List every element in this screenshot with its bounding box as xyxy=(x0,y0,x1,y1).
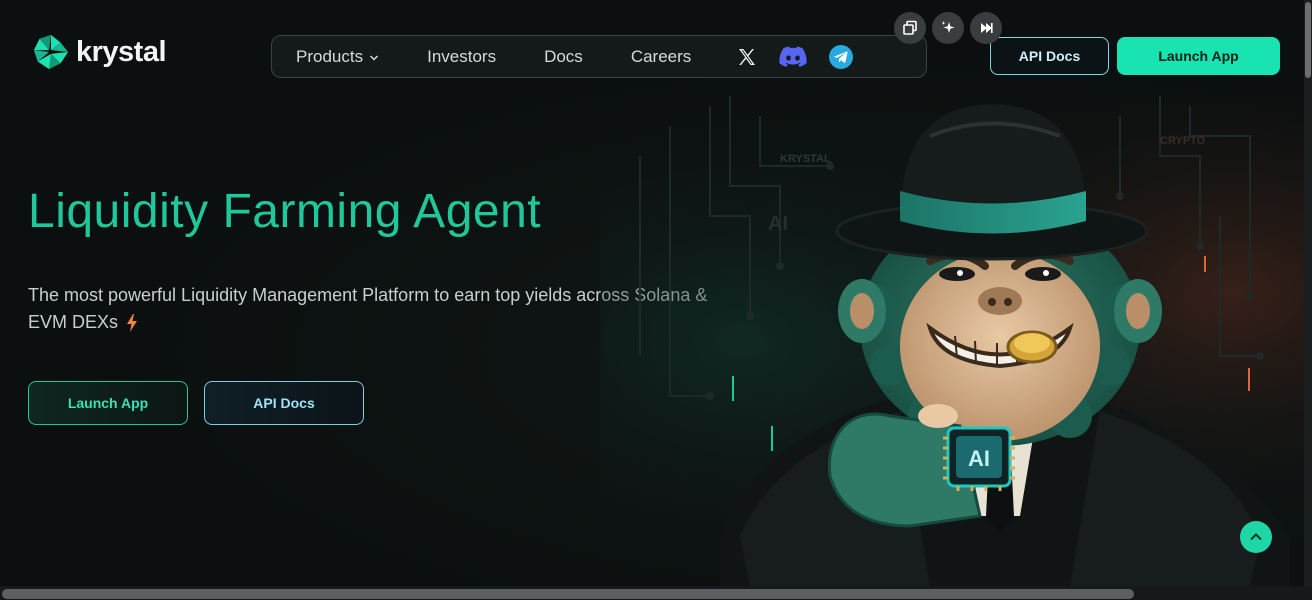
social-links xyxy=(737,44,854,69)
floating-toolbar xyxy=(894,12,1002,44)
sparkle-icon[interactable] xyxy=(932,12,964,44)
x-twitter-icon[interactable] xyxy=(737,47,757,67)
header-launch-app-button[interactable]: Launch App xyxy=(1117,37,1280,75)
nav-item-label: Investors xyxy=(427,46,497,66)
vertical-scrollbar[interactable] xyxy=(1304,0,1312,586)
scroll-to-top-button[interactable] xyxy=(1240,521,1272,553)
brand-name: krystal xyxy=(76,35,167,68)
nav-item-label: Docs xyxy=(544,46,583,66)
nav-item-label: Careers xyxy=(630,46,692,66)
nav-item-label: Products xyxy=(296,46,364,66)
hero-launch-app-button[interactable]: Launch App xyxy=(28,381,188,425)
hero-title: Liquidity Farming Agent xyxy=(28,185,542,238)
circuit-label-ai: AI xyxy=(768,213,788,235)
chevron-down-icon xyxy=(369,51,379,63)
landing-page: krystal Products Investors Docs Careers xyxy=(0,0,1304,586)
nav-item-docs[interactable]: Docs xyxy=(544,47,583,67)
discord-icon[interactable] xyxy=(779,46,807,68)
main-nav: Products Investors Docs Careers xyxy=(271,35,927,78)
chevron-up-icon xyxy=(1250,533,1262,541)
vertical-scrollbar-thumb[interactable] xyxy=(1305,2,1311,78)
nav-item-careers[interactable]: Careers xyxy=(631,47,691,67)
chip-label-ai: AI xyxy=(968,446,990,471)
nav-item-investors[interactable]: Investors xyxy=(427,47,496,67)
circuit-label-krystal: KRYSTAL xyxy=(780,153,831,165)
copy-window-icon[interactable] xyxy=(894,12,926,44)
krystal-logo[interactable]: krystal xyxy=(32,33,167,71)
skip-forward-icon[interactable] xyxy=(970,12,1002,44)
hero-illustration: KRYSTAL CRYPTO AI AI xyxy=(600,96,1304,586)
circuit-label-crypto: CRYPTO xyxy=(1160,135,1206,147)
krystal-logo-icon xyxy=(32,33,70,71)
header-api-docs-button[interactable]: API Docs xyxy=(990,37,1109,75)
hero-api-docs-button[interactable]: API Docs xyxy=(204,381,364,425)
horizontal-scrollbar[interactable] xyxy=(0,586,1312,600)
telegram-icon[interactable] xyxy=(829,44,854,69)
nav-item-products[interactable]: Products xyxy=(296,47,379,67)
horizontal-scrollbar-thumb[interactable] xyxy=(2,589,1134,599)
lightning-bolt-icon xyxy=(126,314,138,333)
